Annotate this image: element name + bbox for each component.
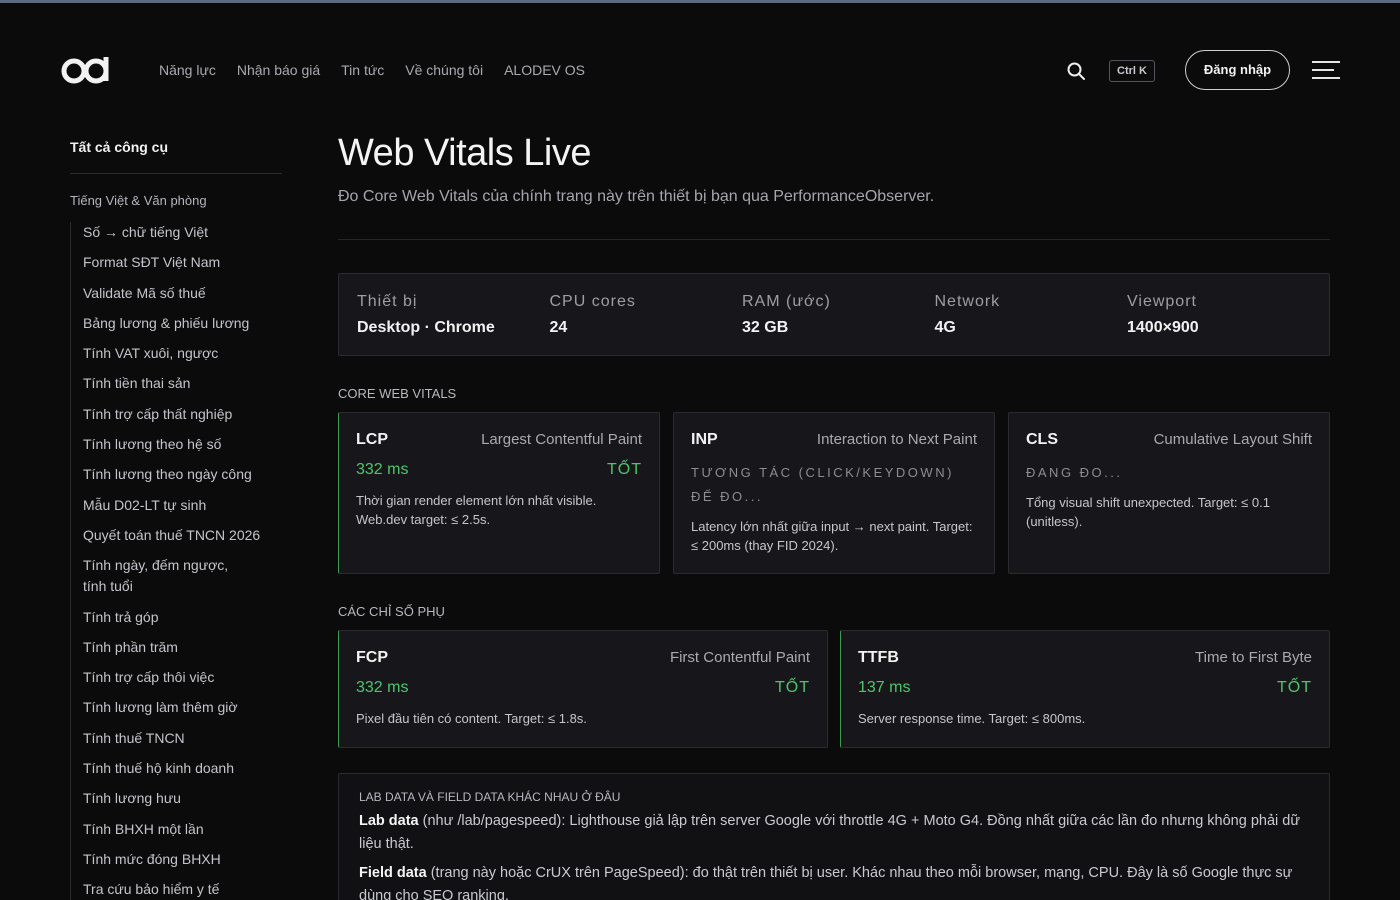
metric-card-fcp: FCP First Contentful Paint 332 ms TỐT Pi… <box>338 630 828 748</box>
lab-vs-field-info-card: LAB DATA VÀ FIELD DATA KHÁC NHAU Ở ĐÂU L… <box>338 773 1330 900</box>
metric-description: Thời gian render element lớn nhất visibl… <box>356 493 597 527</box>
main-nav: Năng lực Nhận báo giá Tin tức Về chúng t… <box>159 61 585 79</box>
sidebar-item[interactable]: Bảng lương & phiếu lương <box>71 313 282 334</box>
nav-alodev-os[interactable]: ALODEV OS <box>504 61 585 79</box>
page-subtitle: Đo Core Web Vitals của chính trang này t… <box>338 188 935 205</box>
metric-card-lcp: LCP Largest Contentful Paint 332 ms TỐT … <box>338 412 660 574</box>
hamburger-menu-icon[interactable] <box>1312 59 1340 81</box>
metric-name: Interaction to Next Paint <box>816 431 977 448</box>
device-info-label: CPU cores <box>549 293 636 310</box>
device-info-label: Thiết bị <box>357 293 418 310</box>
alodev-logo-icon[interactable] <box>60 53 112 87</box>
metric-status-badge: TỐT <box>1277 679 1312 696</box>
sidebar-item[interactable]: Validate Mã số thuế <box>71 283 282 304</box>
sidebar-item[interactable]: Tính BHXH một lần <box>71 819 282 840</box>
metric-measuring-status: ĐANG ĐO... <box>1026 465 1123 480</box>
metric-value: 332 ms <box>356 679 409 696</box>
sidebar-item[interactable]: Tính VAT xuôi, ngược <box>71 343 282 364</box>
device-info-value: 32 GB <box>742 319 789 336</box>
sidebar-item[interactable]: Tính trợ cấp thôi việc <box>71 667 282 688</box>
metric-name: Largest Contentful Paint <box>481 431 642 448</box>
secondary-metrics-heading: CÁC CHỈ SỐ PHỤ <box>338 604 445 619</box>
device-info-value: 1400×900 <box>1127 319 1199 336</box>
core-web-vitals-heading: CORE WEB VITALS <box>338 386 457 401</box>
core-web-vitals-grid: LCP Largest Contentful Paint 332 ms TỐT … <box>338 412 1330 574</box>
device-info-label: Viewport <box>1127 293 1197 310</box>
sidebar-item[interactable]: Tính lương hưu <box>71 788 282 809</box>
metric-description: Pixel đầu tiên có content. Target: ≤ 1.8… <box>356 711 587 726</box>
nav-ve-chung-toi[interactable]: Về chúng tôi <box>405 61 483 79</box>
site-header: Năng lực Nhận báo giá Tin tức Về chúng t… <box>0 3 1400 135</box>
metric-value: 137 ms <box>858 679 911 696</box>
metric-card-inp: INP Interaction to Next Paint TƯƠNG TÁC … <box>673 412 995 574</box>
metric-status-badge: TỐT <box>775 679 810 696</box>
metric-abbr: CLS <box>1026 431 1058 448</box>
info-paragraph-lab: Lab data (như /lab/pagespeed): Lighthous… <box>359 810 1309 856</box>
metric-value: 332 ms <box>356 461 409 478</box>
sidebar-item[interactable]: Số → chữ tiếng Việt <box>71 222 282 243</box>
nav-nang-luc[interactable]: Năng lực <box>159 61 216 79</box>
nav-tin-tuc[interactable]: Tin tức <box>341 61 384 79</box>
metric-status-badge: TỐT <box>607 461 642 478</box>
device-info-value: 4G <box>934 319 956 336</box>
sidebar-tool-list: Số → chữ tiếng Việt Format SĐT Việt Nam … <box>70 222 282 900</box>
metric-description: Latency lớn nhất giữa input → next paint… <box>691 519 973 553</box>
sidebar-item[interactable]: Tính tiền thai sản <box>71 373 282 394</box>
sidebar-item[interactable]: Tính thuế hộ kinh doanh <box>71 758 282 779</box>
device-info-card: Thiết bị Desktop · Chrome CPU cores 24 R… <box>338 273 1330 356</box>
sidebar-item[interactable]: Mẫu D02-LT tự sinh <box>71 495 282 516</box>
search-icon[interactable] <box>1066 61 1086 81</box>
metric-name: First Contentful Paint <box>669 649 810 666</box>
page-title: Web Vitals Live <box>338 132 592 174</box>
metric-card-ttfb: TTFB Time to First Byte 137 ms TỐT Serve… <box>840 630 1330 748</box>
sidebar-title[interactable]: Tất cả công cụ <box>70 139 168 155</box>
metric-abbr: FCP <box>356 649 388 666</box>
device-info-value: Desktop · Chrome <box>357 319 495 336</box>
device-info-item: RAM (ước) 32 GB <box>742 292 935 355</box>
metric-measuring-status: TƯƠNG TÁC (CLICK/KEYDOWN) ĐỂ ĐO... <box>691 465 954 504</box>
nav-nhan-bao-gia[interactable]: Nhận báo giá <box>237 61 320 79</box>
tools-sidebar: Tất cả công cụ Tiếng Việt & Văn phòng Số… <box>70 135 282 900</box>
metric-abbr: INP <box>691 431 718 448</box>
content-divider <box>338 239 1330 240</box>
device-info-item: Thiết bị Desktop · Chrome <box>357 292 550 355</box>
sidebar-divider <box>70 173 282 174</box>
metric-name: Cumulative Layout Shift <box>1153 431 1312 448</box>
sidebar-item[interactable]: Quyết toán thuế TNCN 2026 <box>71 525 282 546</box>
device-info-label: RAM (ước) <box>742 293 831 310</box>
info-card-title: LAB DATA VÀ FIELD DATA KHÁC NHAU Ở ĐÂU <box>359 790 621 804</box>
sidebar-item[interactable]: Tính thuế TNCN <box>71 728 282 749</box>
sidebar-item[interactable]: Tính lương theo hệ số <box>71 434 282 455</box>
sidebar-item[interactable]: Tính lương theo ngày công <box>71 464 282 485</box>
sidebar-item[interactable]: Tính lương làm thêm giờ <box>71 697 282 718</box>
metric-name: Time to First Byte <box>1195 649 1312 666</box>
metric-abbr: TTFB <box>858 649 899 666</box>
sidebar-group-heading[interactable]: Tiếng Việt & Văn phòng <box>70 193 207 208</box>
main-content: Web Vitals Live Đo Core Web Vitals của c… <box>338 132 1330 900</box>
search-shortcut-badge[interactable]: Ctrl K <box>1109 60 1155 82</box>
info-term-lab: Lab data <box>359 813 419 829</box>
secondary-metrics-grid: FCP First Contentful Paint 332 ms TỐT Pi… <box>338 630 1330 748</box>
metric-card-cls: CLS Cumulative Layout Shift ĐANG ĐO... T… <box>1008 412 1330 574</box>
device-info-item: Network 4G <box>935 292 1128 355</box>
sidebar-item[interactable]: Tính ngày, đếm ngược, tính tuổi <box>71 555 246 597</box>
device-info-item: Viewport 1400×900 <box>1127 292 1320 355</box>
device-info-label: Network <box>934 293 1001 310</box>
info-text-lab: (như /lab/pagespeed): Lighthouse giả lập… <box>359 813 1301 852</box>
sidebar-item[interactable]: Tính mức đóng BHXH <box>71 849 282 870</box>
metric-description: Tổng visual shift unexpected. Target: ≤ … <box>1026 495 1270 529</box>
info-term-field: Field data <box>359 865 427 881</box>
sidebar-item[interactable]: Tính trả góp <box>71 607 282 628</box>
device-info-value: 24 <box>549 319 568 336</box>
metric-abbr: LCP <box>356 431 388 448</box>
sidebar-item[interactable]: Tra cứu bảo hiểm y tế <box>71 879 282 900</box>
metric-description: Server response time. Target: ≤ 800ms. <box>858 711 1086 726</box>
device-info-item: CPU cores 24 <box>550 292 743 355</box>
login-button[interactable]: Đăng nhập <box>1185 50 1290 90</box>
info-paragraph-field: Field data (trang này hoặc CrUX trên Pag… <box>359 862 1309 900</box>
sidebar-item[interactable]: Tính trợ cấp thất nghiệp <box>71 404 282 425</box>
sidebar-item[interactable]: Format SĐT Việt Nam <box>71 252 282 273</box>
sidebar-item[interactable]: Tính phần trăm <box>71 637 282 658</box>
info-text-field: (trang này hoặc CrUX trên PageSpeed): đo… <box>359 865 1293 900</box>
